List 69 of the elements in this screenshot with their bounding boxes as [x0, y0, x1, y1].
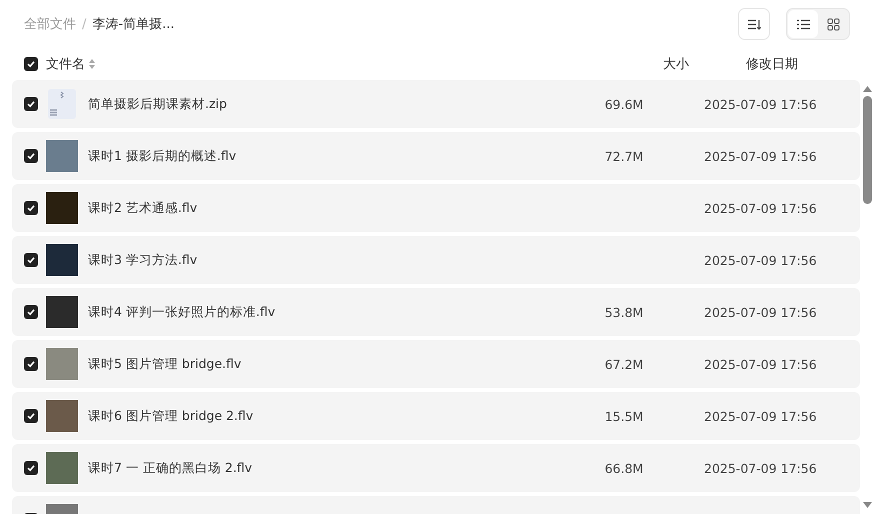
file-name: 课时1 摄影后期的概述.flv [88, 148, 238, 164]
row-checkbox[interactable] [24, 97, 38, 111]
zip-file-icon [46, 88, 78, 120]
row-checkbox[interactable] [24, 149, 38, 163]
modified-date: 2025-07-09 17:56 [704, 304, 817, 320]
current-folder: 李涛-简单摄... [92, 16, 174, 33]
file-row[interactable]: 课时3 学习方法.flv 2025-07-09 17:56 [12, 236, 860, 284]
file-name: 课时6 图片管理 bridge 2.flv [88, 408, 254, 424]
file-size: 69.6M [604, 96, 644, 112]
file-row[interactable]: 课时2 艺术通感.flv 2025-07-09 17:56 [12, 184, 860, 232]
checkmark-icon [27, 100, 35, 108]
sort-button[interactable] [738, 8, 770, 40]
column-header[interactable]: 大小 [606, 55, 746, 73]
sort-icon [748, 18, 760, 30]
scroll-down-icon[interactable] [862, 502, 872, 508]
modified-date: 2025-07-09 17:56 [704, 200, 817, 216]
checkmark-icon [27, 308, 35, 316]
row-checkbox[interactable] [24, 409, 38, 423]
checkmark-icon [27, 360, 35, 368]
file-name: 课时7 一 正确的黑白场 2.flv [88, 460, 254, 476]
checkmark-icon [27, 204, 35, 212]
file-size: 15.5M [604, 408, 644, 424]
photo-placeholder [46, 400, 78, 432]
checkmark-icon [27, 464, 35, 472]
file-row[interactable]: 课时1 摄影后期的概述.flv 72.7M 2025-07-09 17:56 [12, 132, 860, 180]
scroll-up-icon[interactable] [862, 86, 872, 92]
modified-date: 2025-07-09 17:56 [704, 408, 817, 424]
file-size: 72.7M [604, 148, 644, 164]
grid-icon [826, 18, 840, 30]
file-size: 66.8M [604, 460, 644, 476]
checkmark-icon [27, 256, 35, 264]
row-checkbox[interactable] [24, 305, 38, 319]
file-row[interactable]: 课时4 评判一张好照片的标准.flv 53.8M 2025-07-09 17:56 [12, 288, 860, 336]
photo-placeholder [46, 140, 78, 172]
list-icon [796, 18, 810, 30]
checkmark-icon [27, 152, 35, 160]
file-row[interactable]: 课时5 图片管理 bridge.flv 67.2M 2025-07-09 17:56 [12, 340, 860, 388]
file-row[interactable]: 课时6 图片管理 bridge 2.flv 15.5M 2025-07-09 17:56 [12, 392, 860, 440]
modified-date: 2025-07-09 17:56 [704, 460, 817, 476]
file-name: 简单摄影后期课素材.zip [88, 96, 228, 112]
row-checkbox[interactable] [24, 201, 38, 215]
column-header[interactable]: 文件名 [46, 55, 85, 73]
scrollbar-thumb[interactable] [862, 96, 872, 204]
checkmark-icon [27, 412, 35, 420]
file-name: 课时5 图片管理 bridge.flv [88, 356, 242, 372]
column-header[interactable]: 修改日期 [746, 55, 866, 73]
row-checkbox[interactable] [24, 253, 38, 267]
modified-date: 2025-07-09 17:56 [704, 148, 817, 164]
photo-placeholder [46, 296, 78, 328]
modified-date: 2025-07-09 17:56 [704, 96, 817, 112]
file-row[interactable]: 课时7 一 正确的黑白场 2.flv 66.8M 2025-07-09 17:56 [12, 444, 860, 492]
modified-date: 2025-07-09 17:56 [704, 252, 817, 268]
breadcrumb-separator: / [82, 16, 86, 32]
checkmark-icon [27, 60, 35, 68]
file-name: 课时2 艺术通感.flv [88, 200, 198, 216]
file-name: 课时4 评判一张好照片的标准.flv [88, 304, 276, 320]
photo-placeholder [46, 452, 78, 484]
row-checkbox[interactable] [24, 357, 38, 371]
select-all-checkbox[interactable] [24, 57, 38, 71]
photo-placeholder [46, 192, 78, 224]
modified-date: 2025-07-09 17:56 [704, 356, 817, 372]
list-view-button[interactable] [788, 10, 818, 38]
file-row[interactable]: 简单摄影后期课素材.zip 69.6M 2025-07-09 17:56 [12, 80, 860, 128]
row-checkbox[interactable] [24, 461, 38, 475]
file-size: 67.2M [604, 356, 644, 372]
file-size: 53.8M [604, 304, 644, 320]
file-name: 课时3 学习方法.flv [88, 252, 198, 268]
photo-placeholder [46, 348, 78, 380]
photo-placeholder [46, 244, 78, 276]
